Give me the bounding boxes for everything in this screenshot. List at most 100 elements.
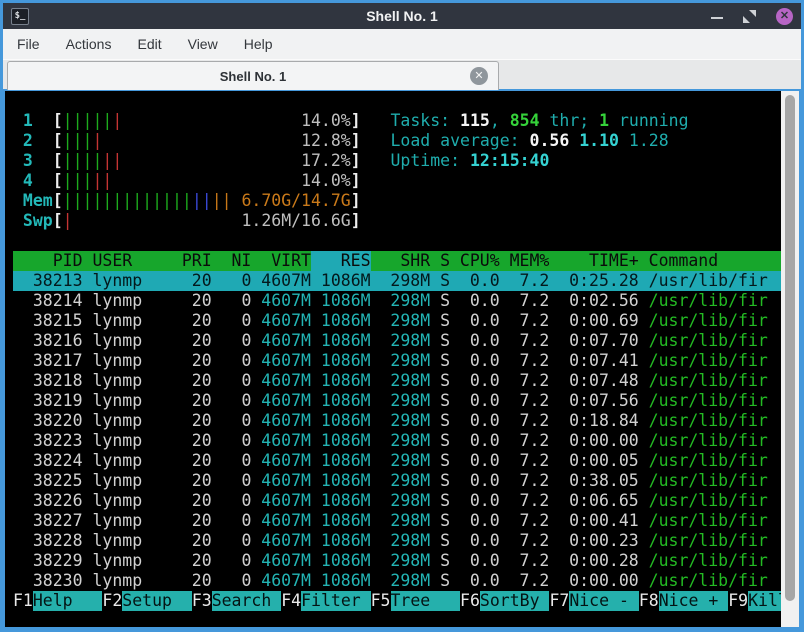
fkey-number: F3 xyxy=(191,591,212,610)
cell-ni: 0 xyxy=(241,331,252,350)
fkey-button[interactable]: F4Filter xyxy=(281,591,371,611)
cell-shr: 298M xyxy=(390,271,431,290)
process-row[interactable]: 38225 lynmp 20 0 4607M 1086M 298M S 0.0 7.2 0:38.0… xyxy=(13,471,781,491)
cpu2-value: 12.8% xyxy=(301,131,351,150)
process-row[interactable]: 38215 lynmp 20 0 4607M 1086M 298M S 0.0 7.2 0:00.6… xyxy=(13,311,781,331)
process-row[interactable]: 38226 lynmp 20 0 4607M 1086M 298M S 0.0 7.2 0:06.6… xyxy=(13,491,781,511)
menu-item[interactable]: Edit xyxy=(137,36,161,52)
minimize-button[interactable] xyxy=(711,10,723,23)
cell-user: lynmp xyxy=(92,571,143,590)
tab-close-icon[interactable]: ✕ xyxy=(470,67,488,85)
process-row[interactable]: 38228 lynmp 20 0 4607M 1086M 298M S 0.0 7.2 0:00.2… xyxy=(13,531,781,551)
menu-item[interactable]: View xyxy=(188,36,218,52)
process-row[interactable]: 38223 lynmp 20 0 4607M 1086M 298M S 0.0 7.2 0:00.0… xyxy=(13,431,781,451)
cell-time: 0:00.23 xyxy=(569,531,639,550)
cell-virt: 4607M xyxy=(261,271,311,290)
cpu4-meter-row: 4[||||| 14.0%] xyxy=(13,171,781,191)
fkey-button[interactable]: F8Nice + xyxy=(639,591,729,611)
fkey-button[interactable]: F9Kill xyxy=(728,591,781,611)
cell-user: lynmp xyxy=(92,551,143,570)
header-ni[interactable]: NI xyxy=(212,251,252,271)
tab-shell[interactable]: Shell No. 1 ✕ xyxy=(7,61,499,90)
header-virt[interactable]: VIRT xyxy=(251,251,311,271)
scrollbar-thumb[interactable] xyxy=(785,95,795,601)
cell-shr: 298M xyxy=(390,471,431,490)
fkey-button[interactable]: F7Nice - xyxy=(549,591,639,611)
cell-res: 1086M xyxy=(320,331,371,350)
table-header-row: PID USER PRI NI VIRT RES SHR S CPU% MEM% TIME+ Comm… xyxy=(13,251,781,271)
header-state[interactable]: S xyxy=(430,251,450,271)
cell-pri: 20 xyxy=(191,471,212,490)
cell-pid: 38227 xyxy=(32,511,83,530)
process-row[interactable]: 38224 lynmp 20 0 4607M 1086M 298M S 0.0 7.2 0:00.0… xyxy=(13,451,781,471)
header-pri[interactable]: PRI xyxy=(182,251,212,271)
cell-state: S xyxy=(440,311,451,330)
swap-meter: | 1.26M/16.6G xyxy=(63,211,351,231)
menu-item[interactable]: File xyxy=(17,36,40,52)
process-row[interactable]: 38229 lynmp 20 0 4607M 1086M 298M S 0.0 7.2 0:00.2… xyxy=(13,551,781,571)
header-pid[interactable]: PID xyxy=(13,251,83,271)
header-mem[interactable]: MEM% xyxy=(500,251,550,271)
title-bar: $_ Shell No. 1 ✕ xyxy=(3,3,801,29)
terminal-screen[interactable]: 1[|||||| 14.0%] Tasks: 115, 854 thr; 1 run… xyxy=(5,91,781,627)
function-key-bar: F1Help F2Setup F3Search F4Filter F5Tree F6Sor… xyxy=(13,591,781,611)
cell-virt: 4607M xyxy=(261,331,311,350)
meter-bar: | xyxy=(82,111,93,130)
fkey-button[interactable]: F5Tree xyxy=(371,591,461,611)
header-user[interactable]: USER xyxy=(92,251,181,271)
fkey-button[interactable]: F2Setup xyxy=(102,591,192,611)
meter-bar: | xyxy=(102,151,113,170)
process-row[interactable]: 38227 lynmp 20 0 4607M 1086M 298M S 0.0 7.2 0:00.4… xyxy=(13,511,781,531)
cell-pri: 20 xyxy=(191,511,212,530)
cell-pid: 38213 xyxy=(32,271,83,290)
process-row[interactable]: 38217 lynmp 20 0 4607M 1086M 298M S 0.0 7.2 0:07.4… xyxy=(13,351,781,371)
tasks-line: Tasks: 115, 854 thr; 1 running xyxy=(390,111,688,130)
process-row[interactable]: 38218 lynmp 20 0 4607M 1086M 298M S 0.0 7.2 0:07.4… xyxy=(13,371,781,391)
bracket: ] xyxy=(350,111,361,130)
cell-cpu: 0.0 xyxy=(469,571,500,590)
cpu1-meter: |||||| 14.0% xyxy=(63,111,351,131)
process-row[interactable]: 38216 lynmp 20 0 4607M 1086M 298M S 0.0 7.2 0:07.7… xyxy=(13,331,781,351)
fkey-button[interactable]: F1Help xyxy=(13,591,103,611)
fkey-button[interactable]: F6SortBy xyxy=(460,591,550,611)
fkey-button[interactable]: F3Search xyxy=(191,591,282,611)
cell-user: lynmp xyxy=(92,451,143,470)
process-row[interactable]: 38230 lynmp 20 0 4607M 1086M 298M S 0.0 7.2 0:00.0… xyxy=(13,571,781,591)
process-row[interactable]: 38214 lynmp 20 0 4607M 1086M 298M S 0.0 7.2 0:02.5… xyxy=(13,291,781,311)
meter-bar: | xyxy=(142,191,153,210)
cell-command: /usr/lib/fir xyxy=(648,391,768,410)
header-time[interactable]: TIME+ xyxy=(549,251,639,271)
cpu4-meter: ||||| 14.0% xyxy=(63,171,351,191)
cell-cpu: 0.0 xyxy=(469,291,500,310)
header-cpu[interactable]: CPU% xyxy=(450,251,500,271)
cell-mem: 7.2 xyxy=(519,291,550,310)
cell-state: S xyxy=(440,571,451,590)
memory-meter: ||||||||||||||||| 6.70G/14.7G xyxy=(63,191,351,211)
cell-virt: 4607M xyxy=(261,311,311,330)
threads-label: thr; xyxy=(539,111,600,130)
cell-state: S xyxy=(440,431,451,450)
header-res-sort-column[interactable]: RES xyxy=(310,251,371,271)
header-command[interactable]: Command xyxy=(649,251,719,270)
cell-state: S xyxy=(440,551,451,570)
cell-time: 0:07.56 xyxy=(569,391,639,410)
menu-item[interactable]: Help xyxy=(244,36,273,52)
cell-user: lynmp xyxy=(92,411,143,430)
close-button[interactable]: ✕ xyxy=(776,7,793,25)
cell-pid: 38217 xyxy=(32,351,83,370)
restore-button[interactable] xyxy=(743,9,756,23)
cpu1-label: 1 xyxy=(22,111,33,130)
cell-command: /usr/lib/fir xyxy=(648,291,768,310)
header-shr[interactable]: SHR xyxy=(371,251,430,271)
menu-item[interactable]: Actions xyxy=(66,36,112,52)
process-row[interactable]: 38219 lynmp 20 0 4607M 1086M 298M S 0.0 7.2 0:07.5… xyxy=(13,391,781,411)
cell-command: /usr/lib/fir xyxy=(648,511,768,530)
meter-bar: | xyxy=(191,191,202,210)
process-row[interactable]: 38220 lynmp 20 0 4607M 1086M 298M S 0.0 7.2 0:18.8… xyxy=(13,411,781,431)
meter-bar: | xyxy=(112,151,123,170)
process-row[interactable]: 38213 lynmp 20 0 4607M 1086M 298M S 0.0 7.2 0:25.2… xyxy=(13,271,781,291)
cell-mem: 7.2 xyxy=(519,431,550,450)
cell-cpu: 0.0 xyxy=(469,351,500,370)
cell-ni: 0 xyxy=(241,491,252,510)
scrollbar-track[interactable] xyxy=(781,91,799,627)
